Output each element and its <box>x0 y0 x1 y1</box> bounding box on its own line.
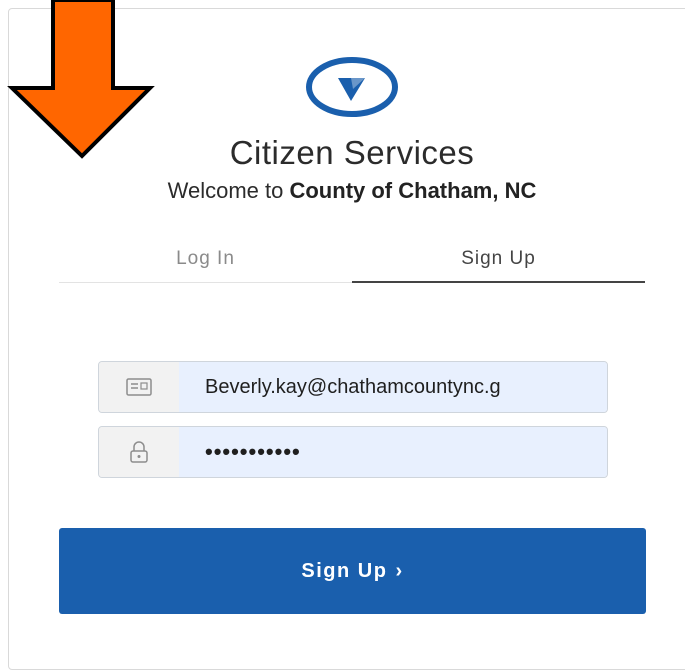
tab-login[interactable]: Log In <box>59 238 352 283</box>
password-field[interactable]: ••••••••••• <box>98 426 608 478</box>
password-icon-box <box>99 427 179 477</box>
email-icon-box <box>99 362 179 412</box>
signup-button[interactable]: Sign Up › <box>59 528 646 614</box>
auth-tabs: Log In Sign Up <box>59 238 646 284</box>
email-card-icon <box>126 378 152 396</box>
welcome-prefix: Welcome to <box>167 178 290 203</box>
logo-send-icon <box>306 57 398 117</box>
lock-icon <box>130 441 148 463</box>
tab-signup[interactable]: Sign Up <box>352 238 645 283</box>
chevron-right-icon: › <box>395 559 404 582</box>
email-field[interactable]: Beverly.kay@chathamcountync.g <box>98 361 608 413</box>
signup-button-label: Sign Up <box>301 559 388 582</box>
password-input[interactable]: ••••••••••• <box>179 427 607 477</box>
welcome-text: Welcome to County of Chatham, NC <box>0 178 685 204</box>
org-name: County of Chatham, NC <box>289 178 537 203</box>
email-input[interactable]: Beverly.kay@chathamcountync.g <box>179 362 607 412</box>
page-title: Citizen Services <box>229 134 475 171</box>
